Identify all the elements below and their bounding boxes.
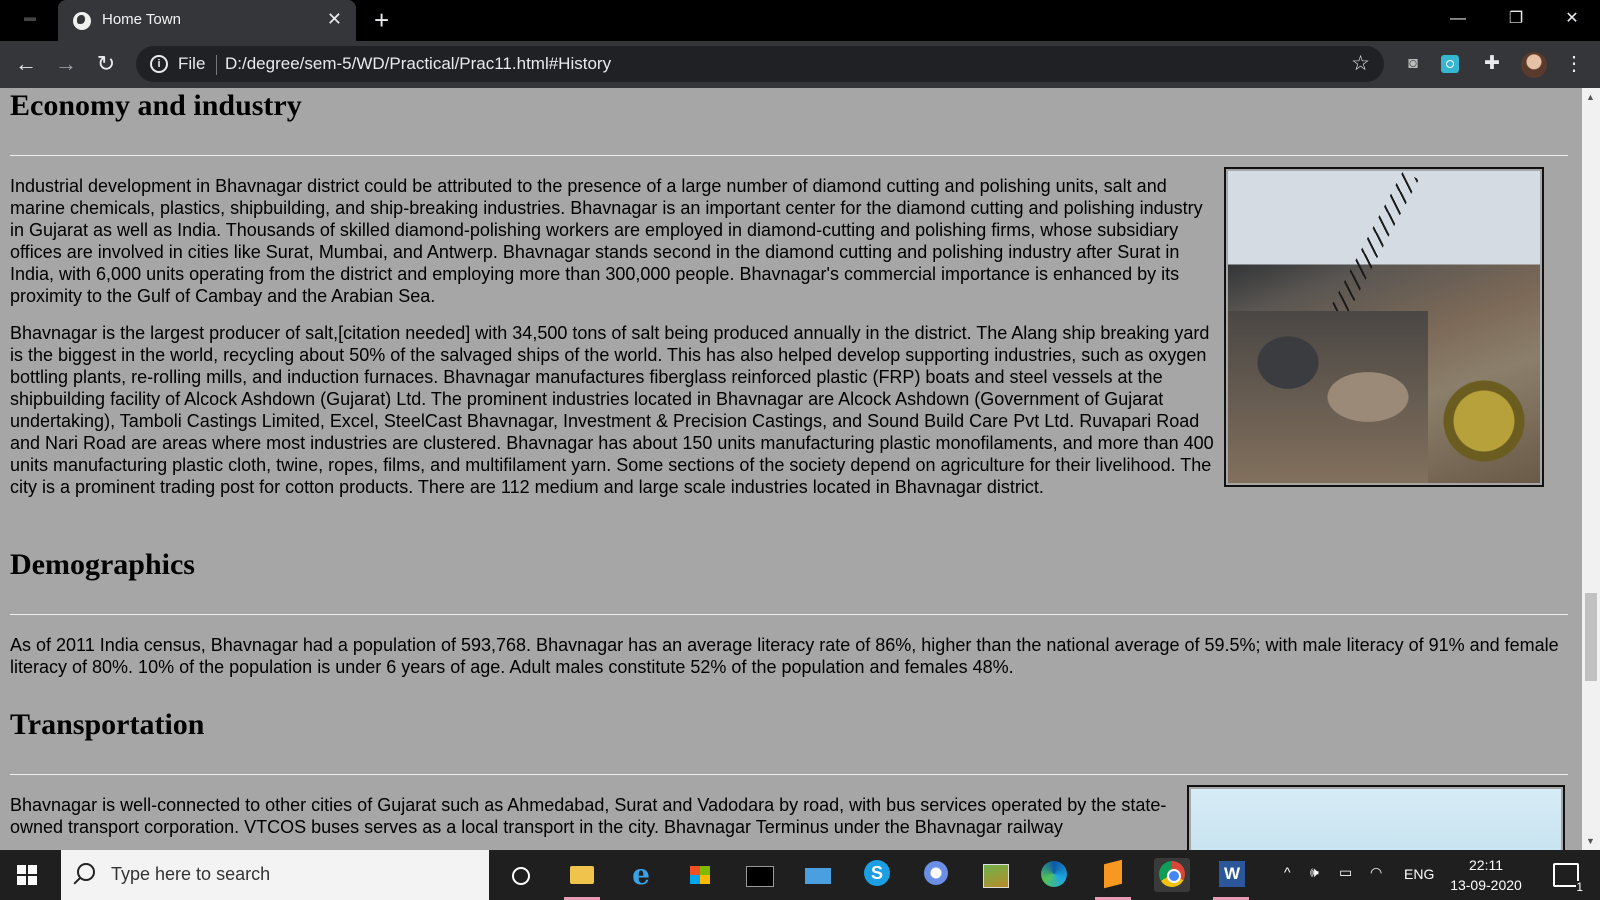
section-heading: Demographics <box>10 548 195 581</box>
forward-icon[interactable]: → <box>52 50 80 78</box>
mail-icon[interactable] <box>800 858 836 892</box>
chromium-icon[interactable] <box>918 858 954 892</box>
info-icon[interactable]: i <box>150 55 168 73</box>
tab-home-town[interactable]: Home Town ✕ <box>58 0 356 41</box>
more-menu-icon[interactable]: ⋮ <box>1564 50 1584 78</box>
clock-time: 22:11 <box>1469 857 1503 873</box>
tab-title: Home Town <box>102 11 181 28</box>
transport-image <box>1187 785 1565 850</box>
camera-icon[interactable]: ◙ <box>1401 52 1425 76</box>
close-tab-icon[interactable]: ✕ <box>327 10 342 28</box>
section-heading: Economy and industry <box>10 89 302 122</box>
file-explorer-icon[interactable] <box>564 858 600 900</box>
minimize-button[interactable]: — <box>1430 0 1486 38</box>
window-menu-icon[interactable]: ▬ <box>24 10 42 28</box>
address-bar[interactable]: i File D:/degree/sem-5/WD/Practical/Prac… <box>136 46 1384 82</box>
tray-chevron-icon[interactable]: ^ <box>1284 864 1291 880</box>
browser-toolbar: ← → ↻ i File D:/degree/sem-5/WD/Practica… <box>0 41 1600 88</box>
reload-icon[interactable]: ↻ <box>92 50 120 78</box>
chrome-icon[interactable] <box>1154 858 1190 892</box>
notification-icon[interactable]: 1 <box>1553 863 1583 893</box>
extension-box-icon[interactable] <box>1441 55 1459 73</box>
puzzle-icon[interactable]: ✚ <box>1480 52 1504 76</box>
windows-taskbar: Type here to search e ^ 🕪 ▭ ◠ ENG 22:11 … <box>0 850 1600 900</box>
terminal-icon[interactable] <box>741 858 777 892</box>
avatar[interactable] <box>1521 52 1547 78</box>
new-tab-button[interactable]: + <box>374 6 389 34</box>
photos-icon[interactable] <box>977 858 1013 892</box>
volume-icon[interactable]: 🕪 <box>1310 864 1319 881</box>
cortana-icon[interactable] <box>502 858 538 892</box>
paragraph: Industrial development in Bhavnagar dist… <box>10 176 1203 306</box>
internet-explorer-icon[interactable]: e <box>623 858 659 892</box>
skype-icon[interactable] <box>859 858 895 892</box>
scroll-up-icon[interactable]: ▲ <box>1586 92 1595 102</box>
wifi-icon[interactable]: ◠ <box>1370 864 1382 881</box>
scrollbar-thumb[interactable] <box>1585 593 1597 681</box>
battery-icon[interactable]: ▭ <box>1339 864 1352 881</box>
globe-icon <box>73 12 91 30</box>
paragraph: Bhavnagar is well-connected to other cit… <box>10 795 1167 837</box>
language-indicator[interactable]: ENG <box>1404 866 1434 882</box>
microsoft-store-icon[interactable] <box>682 858 718 892</box>
paragraph: Bhavnagar is the largest producer of sal… <box>10 323 1214 497</box>
section-heading: Transportation <box>10 708 205 741</box>
search-icon <box>77 863 95 881</box>
clock[interactable]: 22:11 13-09-2020 <box>1445 855 1527 895</box>
notification-count: 1 <box>1576 880 1583 894</box>
scroll-down-icon[interactable]: ▼ <box>1586 836 1595 846</box>
url-text[interactable]: D:/degree/sem-5/WD/Practical/Prac11.html… <box>225 54 611 74</box>
scheme-label: File <box>178 54 206 73</box>
star-icon[interactable]: ☆ <box>1351 51 1370 76</box>
word-icon[interactable] <box>1213 858 1249 900</box>
clock-date: 13-09-2020 <box>1450 877 1522 893</box>
title-bar: ▬ Home Town ✕ + — ❐ ✕ <box>0 0 1600 41</box>
back-icon[interactable]: ← <box>12 50 40 78</box>
divider <box>216 55 217 75</box>
section-divider <box>10 614 1568 615</box>
page-viewport: Economy and industry Industrial developm… <box>0 88 1582 850</box>
windows-start-icon[interactable] <box>17 865 37 885</box>
ship-breaking-yard-image <box>1224 167 1544 487</box>
search-placeholder: Type here to search <box>111 864 271 884</box>
paragraph: As of 2011 India census, Bhavnagar had a… <box>10 635 1559 677</box>
taskbar-search-box[interactable]: Type here to search <box>61 850 489 900</box>
sublime-text-icon[interactable] <box>1095 858 1131 900</box>
section-divider <box>10 155 1568 156</box>
close-window-button[interactable]: ✕ <box>1544 0 1600 38</box>
section-divider <box>10 774 1568 775</box>
edge-icon[interactable] <box>1036 858 1072 892</box>
page-scrollbar[interactable]: ▲ ▼ <box>1582 88 1600 850</box>
maximize-button[interactable]: ❐ <box>1488 0 1544 38</box>
